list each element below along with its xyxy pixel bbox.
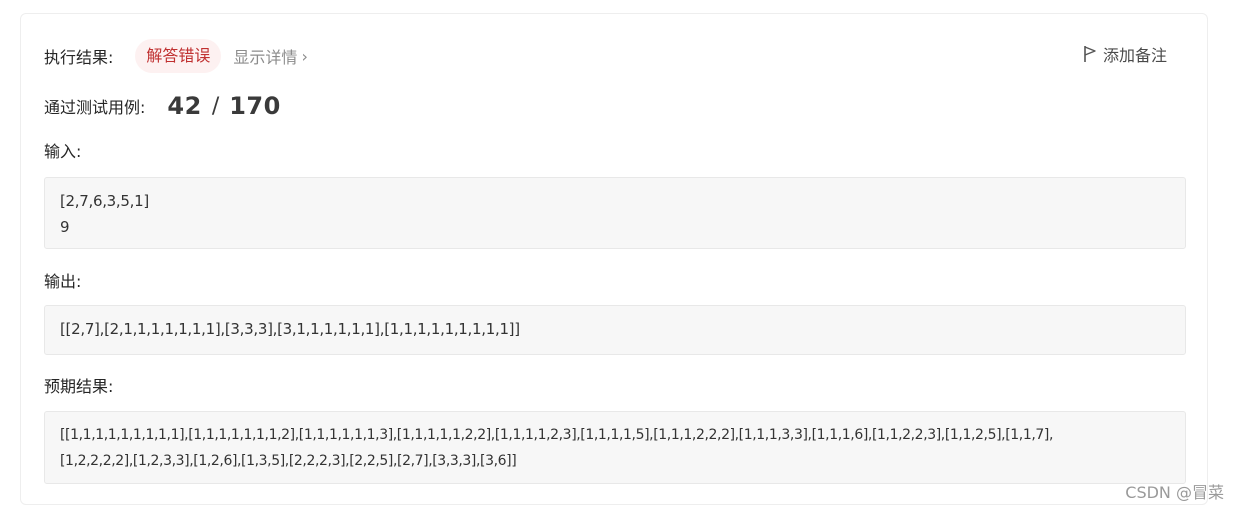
expected-box: [[1,1,1,1,1,1,1,1,1],[1,1,1,1,1,1,1,2],[…	[44, 411, 1186, 484]
result-label: 执行结果:	[44, 48, 114, 67]
expected-line-1: [[1,1,1,1,1,1,1,1,1],[1,1,1,1,1,1,1,2],[…	[60, 427, 1054, 443]
output-value: [[2,7],[2,1,1,1,1,1,1,1],[3,3,3],[3,1,1,…	[60, 320, 520, 338]
input-line-1: [2,7,6,3,5,1]	[60, 192, 149, 210]
tests-label: 通过测试用例:	[44, 98, 146, 117]
expected-line-2: [1,2,2,2,2],[1,2,3,3],[1,2,6],[1,3,5],[2…	[60, 453, 517, 469]
tests-separator: /	[211, 93, 220, 119]
input-label: 输入:	[44, 142, 82, 161]
input-box: [2,7,6,3,5,1] 9	[44, 177, 1186, 249]
show-details-label: 显示详情	[233, 48, 298, 67]
show-details-link[interactable]: 显示详情 ›	[233, 44, 307, 68]
tests-row: 通过测试用例: 42 / 170	[44, 88, 281, 124]
watermark: CSDN @冒菜	[1125, 483, 1224, 502]
expected-label: 预期结果:	[44, 377, 114, 396]
output-box: [[2,7],[2,1,1,1,1,1,1,1],[3,3,3],[3,1,1,…	[44, 305, 1186, 355]
add-note-label: 添加备注	[1102, 46, 1167, 65]
chevron-right-icon: ›	[301, 46, 308, 66]
result-row: 执行结果: 解答错误 显示详情 ›	[44, 38, 308, 74]
tests-total: 170	[229, 92, 281, 120]
submission-result-card: 执行结果: 解答错误 显示详情 › 添加备注 通过测试用例: 42 / 170 …	[20, 13, 1208, 505]
input-line-2: 9	[60, 218, 70, 236]
flag-icon	[1084, 46, 1096, 62]
tests-passed: 42	[167, 92, 202, 120]
add-note-button[interactable]: 添加备注	[1083, 42, 1167, 66]
output-label: 输出:	[44, 272, 82, 291]
status-badge: 解答错误	[135, 39, 222, 73]
